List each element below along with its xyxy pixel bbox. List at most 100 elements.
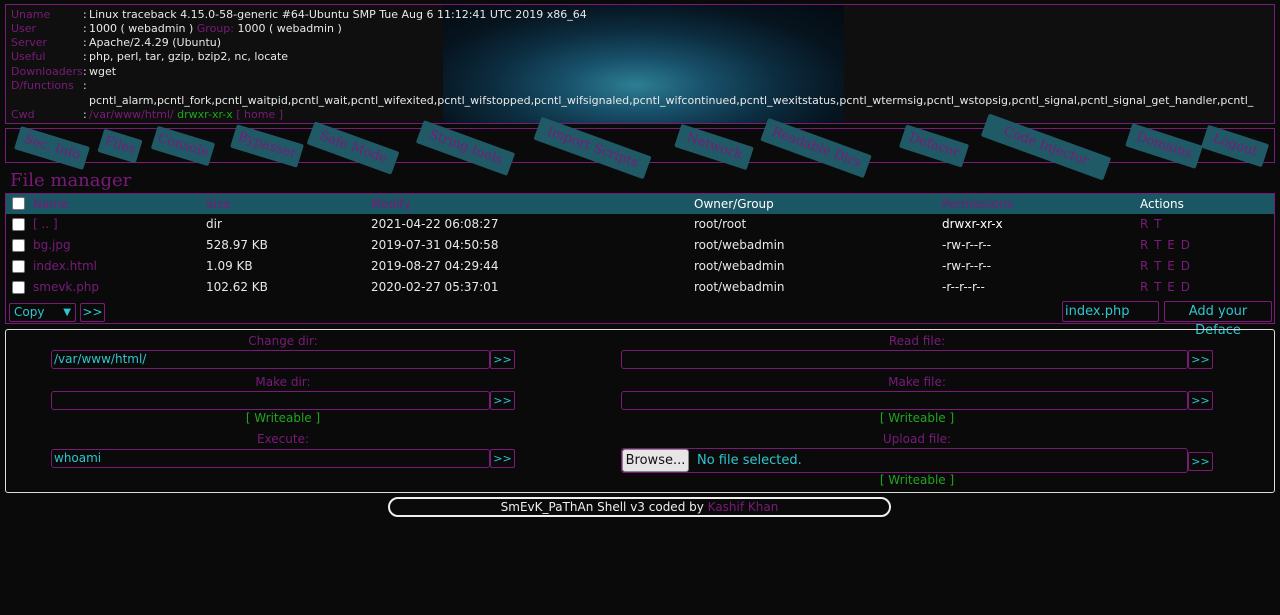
tools-panel: Change dir: /var/www/html/ >> Make dir: …	[5, 329, 1275, 493]
browse-button[interactable]: Browse...	[622, 449, 689, 472]
nav-import-scripts[interactable]: Import Scripts	[533, 116, 652, 180]
read-file-input[interactable]	[621, 350, 1188, 369]
column-name[interactable]: Name	[33, 194, 68, 214]
nav-sec-info[interactable]: Sec. Info	[14, 125, 90, 171]
cwd-permissions: drwxr-xr-x	[177, 108, 233, 121]
select-all-checkbox[interactable]	[12, 197, 25, 210]
make-dir-writeable-status: [ Writeable ]	[245, 411, 321, 425]
footer-text: SmEvK_PaThAn Shell v3 coded by	[500, 500, 704, 514]
execute-go-button[interactable]: >>	[490, 449, 515, 468]
change-dir-input[interactable]: /var/www/html/	[51, 350, 490, 369]
nav-safe-mode[interactable]: Safe Mode	[306, 121, 400, 175]
colon: :	[83, 65, 87, 78]
upload-go-button[interactable]: >>	[1188, 452, 1213, 471]
file-size: 528.97 KB	[206, 238, 268, 252]
system-info-panel: Uname : Linux traceback 4.15.0-58-generi…	[5, 4, 1275, 124]
upload-writeable-status: [ Writeable ]	[879, 473, 955, 487]
cwd-path-link[interactable]: /var/www/html/	[89, 108, 174, 121]
file-owner: root/webadmin	[694, 280, 785, 294]
colon: :	[83, 79, 87, 92]
execute-label: Execute:	[256, 432, 310, 446]
make-file-input[interactable]	[621, 391, 1188, 410]
read-file-go-button[interactable]: >>	[1188, 350, 1213, 369]
dfunctions-value: pcntl_alarm,pcntl_fork,pcntl_waitpid,pcn…	[89, 94, 1254, 107]
colon: :	[83, 36, 87, 49]
column-size[interactable]: Size	[206, 194, 231, 214]
deface-filename-input[interactable]: index.php	[1062, 301, 1159, 322]
change-dir-label: Change dir:	[248, 334, 318, 348]
file-owner: root/webadmin	[694, 238, 785, 252]
no-file-selected-text: No file selected.	[697, 453, 802, 468]
nav-defacer[interactable]: Defacer	[898, 124, 970, 168]
user-label: User	[11, 22, 37, 35]
uname-value: Linux traceback 4.15.0-58-generic #64-Ub…	[89, 8, 587, 21]
nav-string-tools[interactable]: String tools	[415, 120, 516, 176]
main-nav: Sec. Info Files Console Bypasser Safe Mo…	[5, 113, 1275, 181]
useful-label: Useful	[11, 50, 46, 63]
nav-domains[interactable]: Domains	[1125, 123, 1203, 169]
file-modified: 2021-04-22 06:08:27	[371, 217, 499, 231]
change-dir-go-button[interactable]: >>	[490, 350, 515, 369]
column-permissions[interactable]: Permissions	[942, 194, 1013, 214]
colon: :	[83, 8, 87, 21]
downloaders-value: wget	[89, 65, 117, 78]
colon: :	[83, 22, 87, 35]
make-file-label: Make file:	[888, 375, 946, 389]
file-permissions[interactable]: -r--r--r--	[942, 277, 985, 298]
author-link[interactable]: Kashif Khan	[708, 500, 779, 514]
file-modified: 2020-02-27 05:37:01	[371, 280, 499, 294]
file-actions[interactable]: R T E D	[1140, 277, 1191, 298]
uname-label: Uname	[11, 8, 51, 21]
file-permissions[interactable]: -rw-r--r--	[942, 235, 991, 256]
file-actions[interactable]: R T E D	[1140, 256, 1191, 277]
file-name-link[interactable]: [ .. ]	[33, 214, 58, 235]
table-header: Name Size Modify Owner/Group Permissions…	[6, 194, 1274, 214]
file-size: 1.09 KB	[206, 259, 253, 273]
file-permissions[interactable]: drwxr-xr-x	[942, 214, 1003, 235]
add-deface-button[interactable]: Add your Deface	[1164, 301, 1272, 338]
column-modify[interactable]: Modify	[371, 194, 411, 214]
nav-readable-dirs[interactable]: Readable Dirs	[760, 117, 872, 179]
file-name-link[interactable]: bg.jpg	[33, 235, 71, 256]
chevron-down-icon: ▼	[63, 307, 71, 318]
file-actions[interactable]: R T	[1140, 214, 1162, 235]
file-manager-table: Name Size Modify Owner/Group Permissions…	[5, 193, 1275, 338]
bulk-action-select[interactable]: Copy ▼	[9, 303, 76, 322]
footer-credit: SmEvK_PaThAn Shell v3 coded by Kashif Kh…	[388, 497, 891, 517]
make-file-go-button[interactable]: >>	[1188, 391, 1213, 410]
row-checkbox[interactable]	[12, 239, 25, 252]
make-dir-label: Make dir:	[255, 375, 311, 389]
row-checkbox[interactable]	[12, 260, 25, 273]
nav-bypasser[interactable]: Bypasser	[230, 124, 304, 168]
read-file-label: Read file:	[888, 334, 946, 348]
nav-logout[interactable]: Logout	[1200, 124, 1270, 168]
row-checkbox[interactable]	[12, 281, 25, 294]
make-dir-go-button[interactable]: >>	[490, 391, 515, 410]
file-name-link[interactable]: smevk.php	[33, 277, 99, 298]
file-actions[interactable]: R T E D	[1140, 235, 1191, 256]
execute-input[interactable]: whoami	[51, 449, 490, 468]
file-modified: 2019-08-27 04:29:44	[371, 259, 499, 273]
make-dir-input[interactable]	[51, 391, 490, 410]
row-checkbox[interactable]	[12, 218, 25, 231]
file-modified: 2019-07-31 04:50:58	[371, 238, 499, 252]
user-group-value: 1000 ( webadmin ) Group: 1000 ( webadmin…	[89, 22, 342, 36]
table-row: index.html 1.09 KB 2019-08-27 04:29:44 r…	[6, 256, 1274, 277]
nav-files[interactable]: Files	[97, 128, 143, 164]
bulk-action-value: Copy	[14, 305, 45, 319]
file-permissions[interactable]: -rw-r--r--	[942, 256, 991, 277]
nav-network[interactable]: Network	[674, 123, 754, 171]
file-name-link[interactable]: index.html	[33, 256, 97, 277]
cwd-value: /var/www/html/ drwxr-xr-x [ home ]	[89, 108, 283, 122]
server-label: Server	[11, 36, 48, 49]
server-value: Apache/2.4.29 (Ubuntu)	[89, 36, 222, 49]
home-link[interactable]: [ home ]	[236, 108, 283, 121]
nav-console[interactable]: Console	[150, 125, 216, 167]
upload-file-label: Upload file:	[882, 432, 952, 446]
file-size: 102.62 KB	[206, 280, 268, 294]
bulk-action-go-button[interactable]: >>	[80, 303, 105, 322]
table-row: smevk.php 102.62 KB 2020-02-27 05:37:01 …	[6, 277, 1274, 298]
colon: :	[83, 108, 87, 121]
group-label: Group:	[196, 22, 234, 35]
useful-value: php, perl, tar, gzip, bzip2, nc, locate	[89, 50, 289, 63]
